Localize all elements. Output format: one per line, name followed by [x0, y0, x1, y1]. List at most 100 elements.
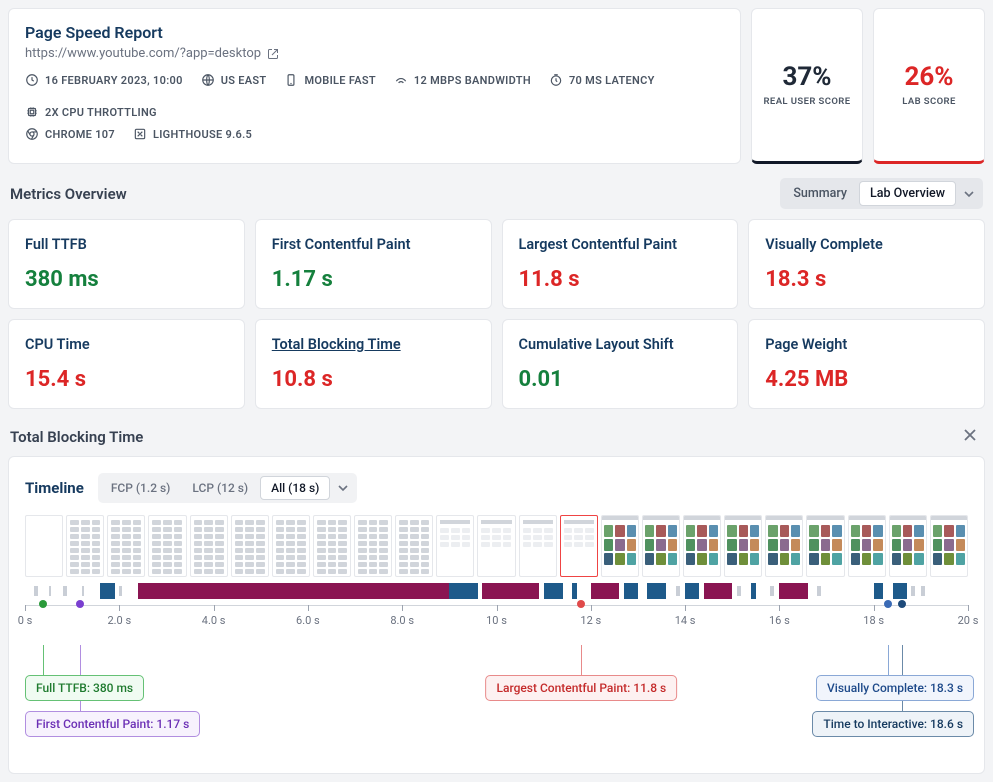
chevron-down-icon: [338, 483, 348, 493]
page-title: Page Speed Report: [25, 23, 724, 42]
filmstrip-frame: [354, 515, 392, 577]
report-header-card: Page Speed Report https://www.youtube.co…: [8, 8, 741, 164]
meta-location: US EAST: [201, 73, 267, 87]
metric-card[interactable]: Full TTFB 380 ms: [8, 219, 245, 309]
axis-tick-label: 14 s: [675, 614, 696, 627]
report-url-text: https://www.youtube.com/?app=desktop: [25, 46, 261, 61]
meta-bandwidth: 12 MBPS BANDWIDTH: [394, 73, 531, 87]
metric-name: Visually Complete: [765, 236, 968, 253]
pill-lcp[interactable]: LCP (12 s): [182, 477, 258, 499]
metric-value: 10.8 s: [272, 367, 475, 392]
marker-label-vc: Visually Complete: 18.3 s: [816, 675, 974, 701]
activity-bar: [25, 583, 968, 599]
lab-score-value: 26%: [904, 62, 953, 92]
metrics-grid: Full TTFB 380 ms First Contentful Paint1.1…: [8, 219, 985, 409]
meta-device-text: MOBILE FAST: [304, 74, 375, 87]
metric-name: Full TTFB: [25, 236, 228, 253]
axis-tick-label: 18 s: [863, 614, 884, 627]
filmstrip-frame: [190, 515, 228, 577]
lighthouse-icon: [133, 127, 147, 141]
metric-card[interactable]: Total Blocking Time 10.8 s: [255, 319, 492, 409]
tab-lab-overview[interactable]: Lab Overview: [859, 181, 956, 206]
meta-date: 16 FEBRUARY 2023, 10:00: [25, 73, 183, 87]
metric-name: CPU Time: [25, 336, 228, 353]
filmstrip-frame: [519, 515, 557, 577]
metrics-overview-title: Metrics Overview: [10, 185, 127, 203]
filmstrip-frame: [930, 515, 968, 577]
meta-browser-text: CHROME 107: [45, 128, 115, 141]
filmstrip-frame: [642, 515, 680, 577]
metric-card[interactable]: CPU Time 15.4 s: [8, 319, 245, 409]
close-icon: [963, 428, 977, 442]
real-user-score-label: REAL USER SCORE: [764, 96, 851, 108]
timeline-title: Timeline: [25, 479, 84, 497]
metric-card[interactable]: Page Weight4.25 MB: [748, 319, 985, 409]
lab-score-label: LAB SCORE: [902, 96, 956, 108]
marker-dot: [898, 600, 906, 608]
axis-tick-label: 12 s: [580, 614, 601, 627]
marker-dot: [76, 600, 84, 608]
tab-dropdown-caret[interactable]: [958, 189, 980, 199]
metric-name: Total Blocking Time: [272, 336, 475, 353]
filmstrip-frame: [601, 515, 639, 577]
filmstrip-frame: [66, 515, 104, 577]
filmstrip: [25, 515, 968, 577]
meta-browser: CHROME 107: [25, 127, 115, 141]
meta-lighthouse-text: LIGHTHOUSE 9.6.5: [153, 128, 252, 141]
filmstrip-frame: [683, 515, 721, 577]
metric-value: 0.01: [519, 367, 722, 392]
report-url[interactable]: https://www.youtube.com/?app=desktop: [25, 46, 724, 61]
metric-name: First Contentful Paint: [272, 236, 475, 253]
metric-value: 15.4 s: [25, 367, 228, 392]
filmstrip-frame: [25, 515, 63, 577]
meta-lighthouse: LIGHTHOUSE 9.6.5: [133, 127, 252, 141]
marker-label-tti: Time to Interactive: 18.6 s: [812, 711, 974, 737]
filmstrip-frame: [272, 515, 310, 577]
globe-icon: [201, 73, 215, 87]
cpu-icon: [25, 105, 39, 119]
timeline-markers: Full TTFB: 380 msFirst Contentful Paint:…: [25, 645, 968, 755]
metric-value: 380 ms: [25, 267, 228, 292]
pill-fcp[interactable]: FCP (1.2 s): [101, 477, 181, 499]
tab-summary[interactable]: Summary: [783, 182, 857, 205]
axis-tick-label: 16 s: [769, 614, 790, 627]
metric-card[interactable]: Cumulative Layout Shift0.01: [502, 319, 739, 409]
filmstrip-frame: [765, 515, 803, 577]
clock-icon: [25, 73, 39, 87]
timeline-range-pills: FCP (1.2 s) LCP (12 s) All (18 s): [98, 473, 358, 503]
filmstrip-frame: [107, 515, 145, 577]
filmstrip-frame: [806, 515, 844, 577]
marker-dot: [39, 600, 47, 608]
meta-latency-text: 70 MS LATENCY: [569, 74, 655, 87]
metric-card[interactable]: First Contentful Paint1.17 s: [255, 219, 492, 309]
overview-tab-group: Summary Lab Overview: [780, 178, 983, 209]
real-user-score-card[interactable]: 37% REAL USER SCORE: [751, 8, 863, 164]
filmstrip-frame: [436, 515, 474, 577]
metric-card[interactable]: Largest Contentful Paint 11.8 s: [502, 219, 739, 309]
filmstrip-frame: [395, 515, 433, 577]
filmstrip-frame: [148, 515, 186, 577]
axis-tick-label: 0 s: [18, 614, 33, 627]
pill-all[interactable]: All (18 s): [260, 476, 330, 500]
external-link-icon: [267, 48, 279, 60]
meta-latency: 70 MS LATENCY: [549, 73, 655, 87]
metric-value: 11.8 s: [519, 267, 722, 292]
meta-bandwidth-text: 12 MBPS BANDWIDTH: [414, 74, 531, 87]
axis-tick-label: 10 s: [486, 614, 507, 627]
meta-row-2: CHROME 107 LIGHTHOUSE 9.6.5: [25, 127, 724, 141]
axis-tick-label: 6.0 s: [296, 614, 320, 627]
metric-name: Page Weight: [765, 336, 968, 353]
tbt-card: Timeline FCP (1.2 s) LCP (12 s) All (18 …: [8, 456, 985, 774]
axis-tick-label: 4.0 s: [202, 614, 226, 627]
close-button[interactable]: [957, 425, 983, 448]
metric-name: Largest Contentful Paint: [519, 236, 722, 253]
meta-cpu-throttling: 2X CPU THROTTLING: [25, 105, 157, 119]
metric-card[interactable]: Visually Complete 18.3 s: [748, 219, 985, 309]
marker-dot: [884, 600, 892, 608]
metric-value: 18.3 s: [765, 267, 968, 292]
device-icon: [284, 73, 298, 87]
lab-score-card[interactable]: 26% LAB SCORE: [873, 8, 985, 164]
timeline-dropdown-caret[interactable]: [332, 483, 354, 493]
axis-tick-label: 20 s: [958, 614, 979, 627]
filmstrip-frame: [889, 515, 927, 577]
